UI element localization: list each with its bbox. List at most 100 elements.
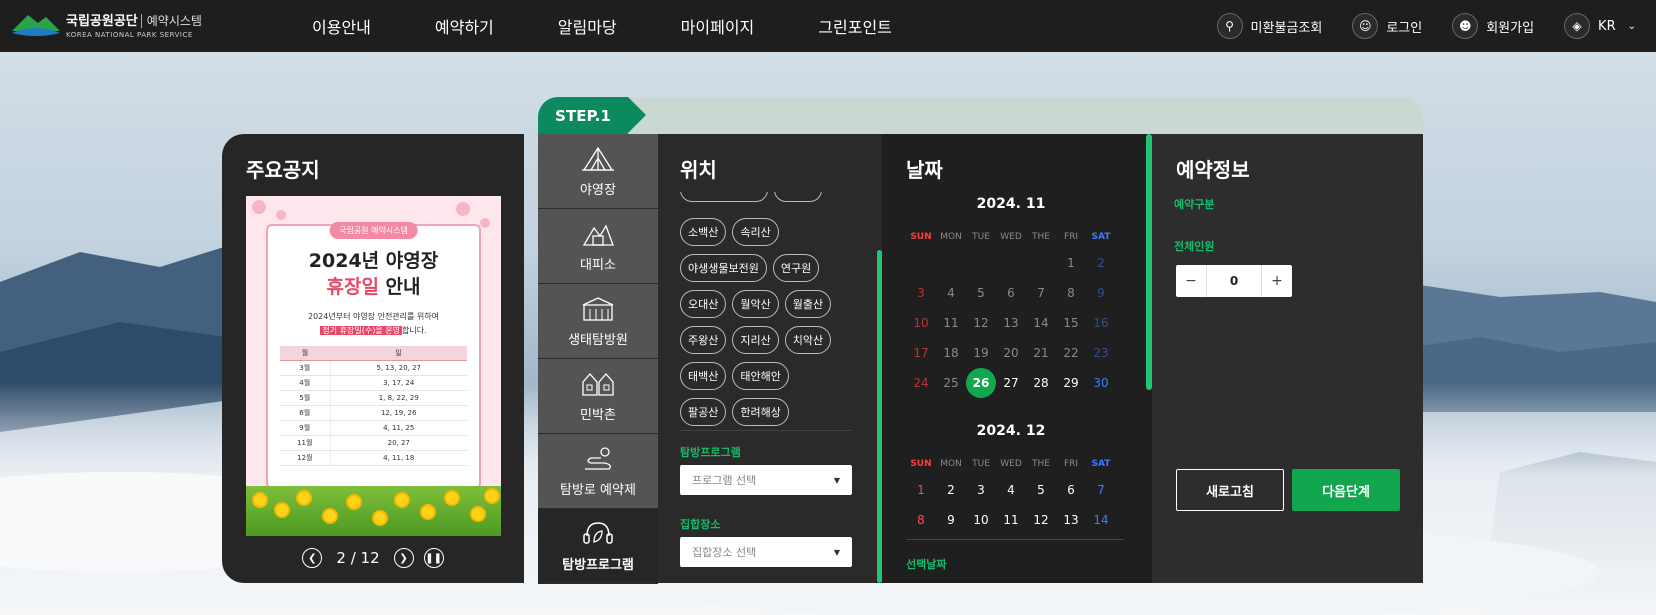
meeting-place-select[interactable]: 집합장소 선택 ▼	[680, 537, 852, 567]
calendar-day[interactable]: 12	[1026, 505, 1056, 535]
month-cell: 4월	[280, 375, 331, 391]
total-people-label: 전체인원	[1174, 240, 1215, 253]
category-trail-reservation[interactable]: 탐방로 예약제	[538, 434, 658, 509]
program-select[interactable]: 프로그램 선택 ▼	[680, 465, 852, 495]
pause-icon[interactable]: ❚❚	[423, 548, 444, 568]
signup-link[interactable]: ☻ 회원가입	[1452, 13, 1534, 39]
lodging-icon	[582, 372, 614, 396]
days-cell: 12, 19, 26	[330, 405, 467, 421]
language-label: KR	[1598, 18, 1616, 34]
calendar-week: 8 9 10 11 12 13 14	[906, 505, 1116, 535]
site-logo[interactable]: 국립공원공단 예약시스템 KOREA NATIONAL PARK SERVICE	[10, 9, 202, 39]
calendar-day[interactable]: 10	[966, 505, 996, 535]
category-campsite[interactable]: 야영장	[538, 134, 658, 209]
date-scrollbar[interactable]	[1146, 134, 1152, 390]
caret-down-icon: ▼	[833, 547, 840, 557]
nav-mypage[interactable]: 마이페이지	[681, 14, 755, 38]
next-arrow-icon[interactable]: ❯	[393, 548, 414, 568]
month-title: 2024. 11	[976, 196, 1046, 212]
category-shelter[interactable]: 대피소	[538, 209, 658, 284]
location-chip[interactable]: 월출산	[784, 290, 832, 318]
category-program[interactable]: 탐방프로그램	[538, 509, 658, 584]
location-chip[interactable]: 소백산	[680, 218, 727, 246]
calendar-day[interactable]: 5	[1026, 475, 1056, 505]
weekday-label: SUN	[910, 232, 932, 242]
month-cell: 3월	[280, 360, 331, 376]
calendar-day[interactable]: 29	[1056, 368, 1086, 398]
location-chip[interactable]: 월악산	[732, 290, 779, 318]
nav-reservation[interactable]: 예약하기	[435, 14, 494, 38]
calendar-day[interactable]: 27	[996, 368, 1026, 398]
calendar-day: 9	[1097, 286, 1105, 300]
calendar-day[interactable]: 9	[936, 505, 966, 535]
location-chip[interactable]: 야생생물보전원	[680, 254, 767, 282]
calendar-day: 5	[977, 286, 985, 300]
location-chip-partial[interactable]	[774, 192, 822, 202]
poster-title-highlight: 휴장일	[326, 276, 379, 298]
location-chip[interactable]: 치악산	[784, 326, 832, 354]
poster-title-rest: 안내	[378, 276, 421, 298]
pager-separator: /	[350, 549, 356, 567]
days-cell: 20, 27	[330, 435, 467, 451]
main-nav: 이용안내 예약하기 알림마당 마이페이지 그린포인트	[312, 0, 956, 52]
unpaid-refund-link[interactable]: ⚲ 미환불금조회	[1216, 13, 1322, 39]
month-cell: 11월	[280, 435, 331, 451]
location-scrollbar[interactable]	[877, 250, 882, 583]
calendar-day[interactable]: 28	[1026, 368, 1056, 398]
location-chip[interactable]: 팔공산	[680, 398, 727, 426]
language-select[interactable]: ◈ KR ⌄	[1564, 13, 1636, 39]
category-eco-center[interactable]: 생태탐방원	[538, 284, 658, 359]
decrease-button[interactable]: −	[1176, 265, 1206, 297]
location-chip[interactable]: 주왕산	[680, 326, 727, 354]
calendar-day[interactable]: 11	[996, 505, 1026, 535]
next-step-button[interactable]: 다음단계	[1292, 469, 1400, 511]
refresh-button[interactable]: 새로고침	[1176, 469, 1284, 511]
nav-notice[interactable]: 알림마당	[558, 14, 617, 38]
calendar-day: 25	[943, 376, 959, 390]
pager-count: 2 / 12	[336, 549, 379, 567]
login-link[interactable]: ☺ 로그인	[1352, 13, 1422, 39]
category-label: 생태탐방원	[568, 332, 628, 348]
poster-title-line2: 휴장일 안내	[268, 272, 479, 299]
location-chip[interactable]: 오대산	[680, 290, 727, 318]
calendar-day[interactable]: 3	[966, 475, 996, 505]
calendar-day[interactable]: 30	[1086, 368, 1116, 398]
calendar-empty-cell	[936, 248, 966, 278]
people-count[interactable]: 0	[1206, 265, 1262, 297]
calendar-day[interactable]: 14	[1086, 505, 1116, 535]
calendar-day: 10	[913, 316, 929, 330]
calendar-grid: 1 2 3 4 5 6 7 8 9 10 11 12 13 14 15 16 17 18 19 20 21 22 23 24 2…	[906, 248, 1116, 398]
calendar-day[interactable]: 6	[1056, 475, 1086, 505]
location-chip[interactable]: 속리산	[732, 218, 779, 246]
table-row: 11월 20, 27	[280, 435, 467, 451]
location-chip[interactable]: 한려해상	[732, 398, 789, 426]
category-lodging[interactable]: 민박촌	[538, 359, 658, 434]
knps-logo-icon	[12, 15, 60, 36]
calendar-day[interactable]: 2	[936, 475, 966, 505]
calendar-day[interactable]: 8	[906, 505, 936, 535]
calendar-day: 4	[947, 286, 955, 300]
nav-guide[interactable]: 이용안내	[312, 14, 371, 38]
category-label: 탐방로 예약제	[560, 482, 636, 498]
calendar-day[interactable]: 7	[1086, 475, 1116, 505]
top-header: 국립공원공단 예약시스템 KOREA NATIONAL PARK SERVICE …	[0, 0, 1656, 52]
prev-arrow-icon[interactable]: ❮	[302, 548, 323, 568]
location-chip[interactable]: 지리산	[732, 326, 779, 354]
nav-greenpoint[interactable]: 그린포인트	[818, 14, 892, 38]
table-row: 9월 4, 11, 25	[280, 420, 467, 436]
calendar-day[interactable]: 4	[996, 475, 1026, 505]
calendar-empty-cell	[906, 248, 936, 278]
calendar-week: 1234567	[906, 475, 1116, 505]
location-chip[interactable]: 태안해안	[732, 362, 789, 390]
calendar-day[interactable]: 26	[966, 368, 996, 398]
calendar-day: 8	[1067, 286, 1075, 300]
calendar-day[interactable]: 13	[1056, 505, 1086, 535]
increase-button[interactable]: +	[1262, 265, 1292, 297]
location-chip[interactable]: 연구원	[772, 254, 820, 282]
table-row: 3월 5, 13, 20, 27	[280, 360, 467, 376]
location-chip-partial[interactable]	[680, 192, 768, 202]
location-chip[interactable]: 태백산	[680, 362, 727, 390]
notice-poster[interactable]: 국립공원 예약시스템 2024년 야영장 휴장일 안내 2024년부터 야영장 …	[246, 196, 501, 536]
calendar-day[interactable]: 1	[906, 475, 936, 505]
month-title: 2024. 12	[976, 423, 1046, 439]
